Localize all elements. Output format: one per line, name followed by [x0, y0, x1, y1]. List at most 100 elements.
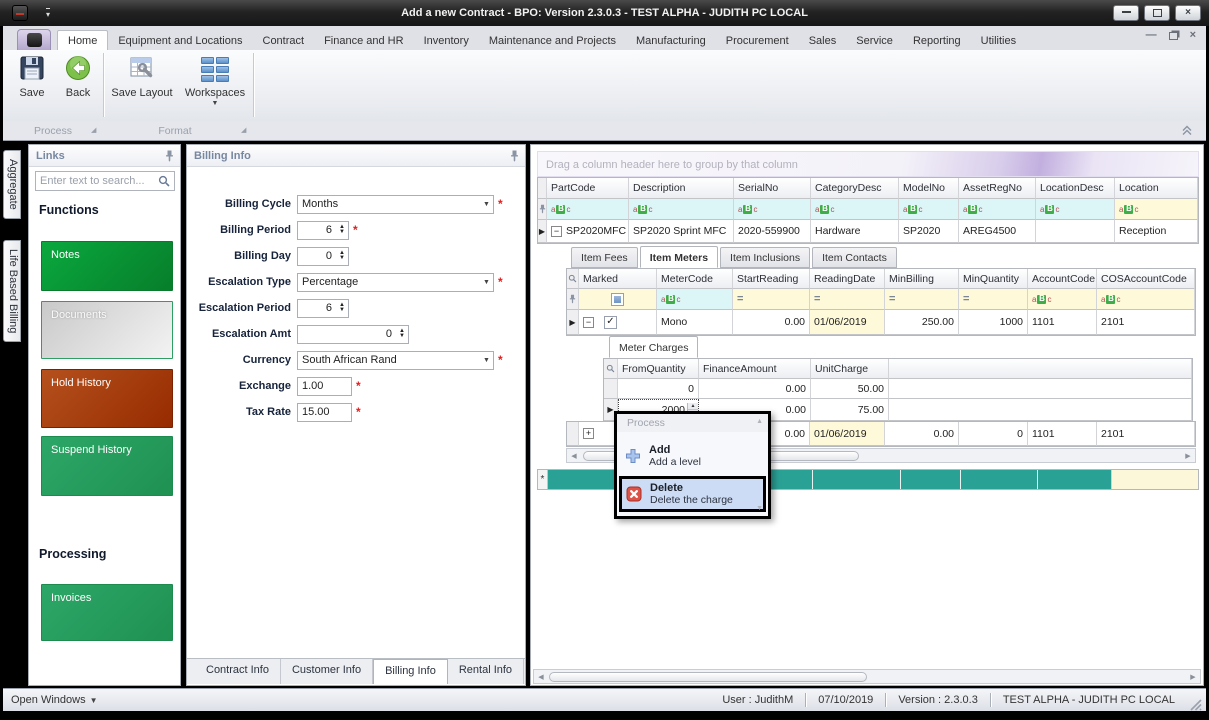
cell-locationdesc[interactable] [1036, 220, 1115, 243]
cell-serialno[interactable]: 2020-559900 [734, 220, 811, 243]
column-header-accountcode[interactable]: AccountCode [1028, 269, 1097, 289]
tab-meter-charges[interactable]: Meter Charges [609, 336, 698, 358]
escalation-type-dropdown[interactable]: Percentage ▼ [297, 273, 494, 292]
scroll-right-icon[interactable]: ▶ [1186, 673, 1200, 681]
suspend-history-button[interactable]: Suspend History [41, 436, 173, 496]
filter-cell-marked[interactable] [579, 289, 657, 310]
cell-marked[interactable]: −✓ [579, 310, 657, 335]
scroll-left-icon[interactable]: ◀ [567, 452, 581, 460]
cell-minquantity[interactable]: 0 [959, 422, 1028, 446]
documents-button[interactable]: Documents [41, 301, 173, 359]
side-tab-life-based-billing[interactable]: Life Based Billing [3, 240, 21, 342]
search-icon[interactable] [158, 175, 174, 187]
column-header-minbilling[interactable]: MinBilling [885, 269, 959, 289]
billing-period-spinner[interactable]: 6 ▲▼ [297, 221, 349, 240]
process-group-launcher-icon[interactable]: ◢ [91, 127, 96, 134]
column-header-locationdesc[interactable]: LocationDesc [1036, 178, 1115, 199]
ribbon-tab-equipment-and-locations[interactable]: Equipment and Locations [108, 31, 252, 50]
spin-up-icon[interactable]: ▲ [688, 403, 698, 410]
filter-pin-icon[interactable] [538, 199, 547, 220]
cell-minbilling[interactable]: 250.00 [885, 310, 959, 335]
save-layout-button[interactable]: Save Layout [109, 54, 175, 116]
column-header-location[interactable]: Location [1115, 178, 1198, 199]
ribbon-tab-reporting[interactable]: Reporting [903, 31, 971, 50]
cell-financeamount[interactable]: 0.00 [699, 379, 811, 399]
column-header-description[interactable]: Description [629, 178, 734, 199]
tab-item-fees[interactable]: Item Fees [571, 247, 638, 268]
collapse-row-icon[interactable]: − [551, 226, 562, 237]
column-header-serialno[interactable]: SerialNo [734, 178, 811, 199]
filter-cell-minbilling[interactable]: = [885, 289, 959, 310]
column-header-categorydesc[interactable]: CategoryDesc [811, 178, 899, 199]
workspaces-button[interactable]: Workspaces ▼ [181, 54, 249, 116]
cell-readingdate[interactable]: 01/06/2019 [810, 310, 885, 335]
ribbon-tab-procurement[interactable]: Procurement [716, 31, 799, 50]
collapse-row-icon[interactable]: − [583, 317, 594, 328]
cell-modelno[interactable]: SP2020 [899, 220, 959, 243]
filter-cell-location[interactable]: aBc [1115, 199, 1198, 220]
dropdown-arrow-icon[interactable]: ▼ [480, 279, 493, 286]
checkbox-checked-icon[interactable]: ✓ [604, 316, 617, 329]
tab-customer-info[interactable]: Customer Info [281, 659, 373, 684]
mdi-restore-icon[interactable] [1169, 32, 1178, 40]
column-header-financeamount[interactable]: FinanceAmount [699, 359, 811, 379]
column-header-modelno[interactable]: ModelNo [899, 178, 959, 199]
close-button[interactable]: × [1175, 5, 1201, 21]
ribbon-tab-home[interactable]: Home [57, 30, 108, 50]
maximize-button[interactable] [1144, 5, 1170, 21]
column-header-cosaccountcode[interactable]: COSAccountCode [1097, 269, 1195, 289]
cell-assetregno[interactable]: AREG4500 [959, 220, 1036, 243]
tab-billing-info[interactable]: Billing Info [373, 659, 448, 684]
scrollbar-thumb[interactable] [549, 672, 867, 682]
currency-dropdown[interactable]: South African Rand ▼ [297, 351, 494, 370]
filter-cell-minquantity[interactable]: = [959, 289, 1028, 310]
grid-search-icon[interactable] [567, 269, 579, 289]
ribbon-tab-maintenance-and-projects[interactable]: Maintenance and Projects [479, 31, 626, 50]
cell-cosaccountcode[interactable]: 2101 [1097, 310, 1195, 335]
spin-down-icon[interactable]: ▼ [339, 308, 345, 313]
escalation-amt-spinner[interactable]: 0 ▲▼ [297, 325, 409, 344]
cell-minquantity[interactable]: 1000 [959, 310, 1028, 335]
filter-cell-cosaccountcode[interactable]: aBc [1097, 289, 1195, 310]
invoices-button[interactable]: Invoices [41, 584, 173, 641]
spin-down-icon[interactable]: ▼ [339, 230, 345, 235]
billing-day-spinner[interactable]: 0 ▲▼ [297, 247, 349, 266]
pin-icon[interactable] [510, 150, 519, 162]
search-input[interactable] [36, 175, 158, 187]
cell-minbilling[interactable]: 0.00 [885, 422, 959, 446]
column-header-readingdate[interactable]: ReadingDate [810, 269, 885, 289]
panel-horizontal-scrollbar[interactable]: ◀ ▶ [533, 669, 1201, 684]
filter-cell-partcode[interactable]: aBc [547, 199, 629, 220]
filter-cell-metercode[interactable]: aBc [657, 289, 733, 310]
menu-scroll-up-icon[interactable]: ▲ [756, 418, 763, 425]
filter-cell-serialno[interactable]: aBc [734, 199, 811, 220]
menu-scroll-down-icon[interactable]: ▼ [756, 505, 763, 512]
filter-cell-locationdesc[interactable]: aBc [1036, 199, 1115, 220]
cell-unitcharge[interactable]: 75.00 [811, 399, 889, 421]
side-tab-aggregate[interactable]: Aggregate [3, 150, 21, 219]
ribbon-tab-sales[interactable]: Sales [799, 31, 847, 50]
cell-categorydesc[interactable]: Hardware [811, 220, 899, 243]
filter-cell-readingdate[interactable]: = [810, 289, 885, 310]
hold-history-button[interactable]: Hold History [41, 369, 173, 428]
application-button[interactable] [17, 29, 51, 50]
tab-item-meters[interactable]: Item Meters [640, 246, 718, 268]
mdi-minimize-icon[interactable]: — [1146, 30, 1157, 41]
cell-fromquantity[interactable]: 0 [618, 379, 699, 399]
menu-item-add[interactable]: Add Add a level [619, 440, 766, 472]
pin-icon[interactable] [165, 150, 174, 162]
expand-row-icon[interactable]: + [583, 428, 594, 439]
spin-down-icon[interactable]: ▼ [339, 256, 345, 261]
save-button[interactable]: Save [9, 54, 55, 116]
cell-accountcode[interactable]: 1101 [1028, 310, 1097, 335]
menu-item-delete[interactable]: Delete Delete the charge [619, 476, 766, 512]
column-header-fromquantity[interactable]: FromQuantity [618, 359, 699, 379]
cell-cosaccountcode[interactable]: 2101 [1097, 422, 1195, 446]
cell-startreading[interactable]: 0.00 [733, 310, 810, 335]
workspaces-dropdown-icon[interactable]: ▼ [212, 100, 219, 107]
grid-search-icon[interactable] [604, 359, 618, 379]
cell-readingdate[interactable]: 01/06/2019 [810, 422, 885, 446]
resize-grip[interactable] [1189, 698, 1202, 711]
cell-accountcode[interactable]: 1101 [1028, 422, 1097, 446]
scroll-right-icon[interactable]: ▶ [1181, 452, 1195, 460]
